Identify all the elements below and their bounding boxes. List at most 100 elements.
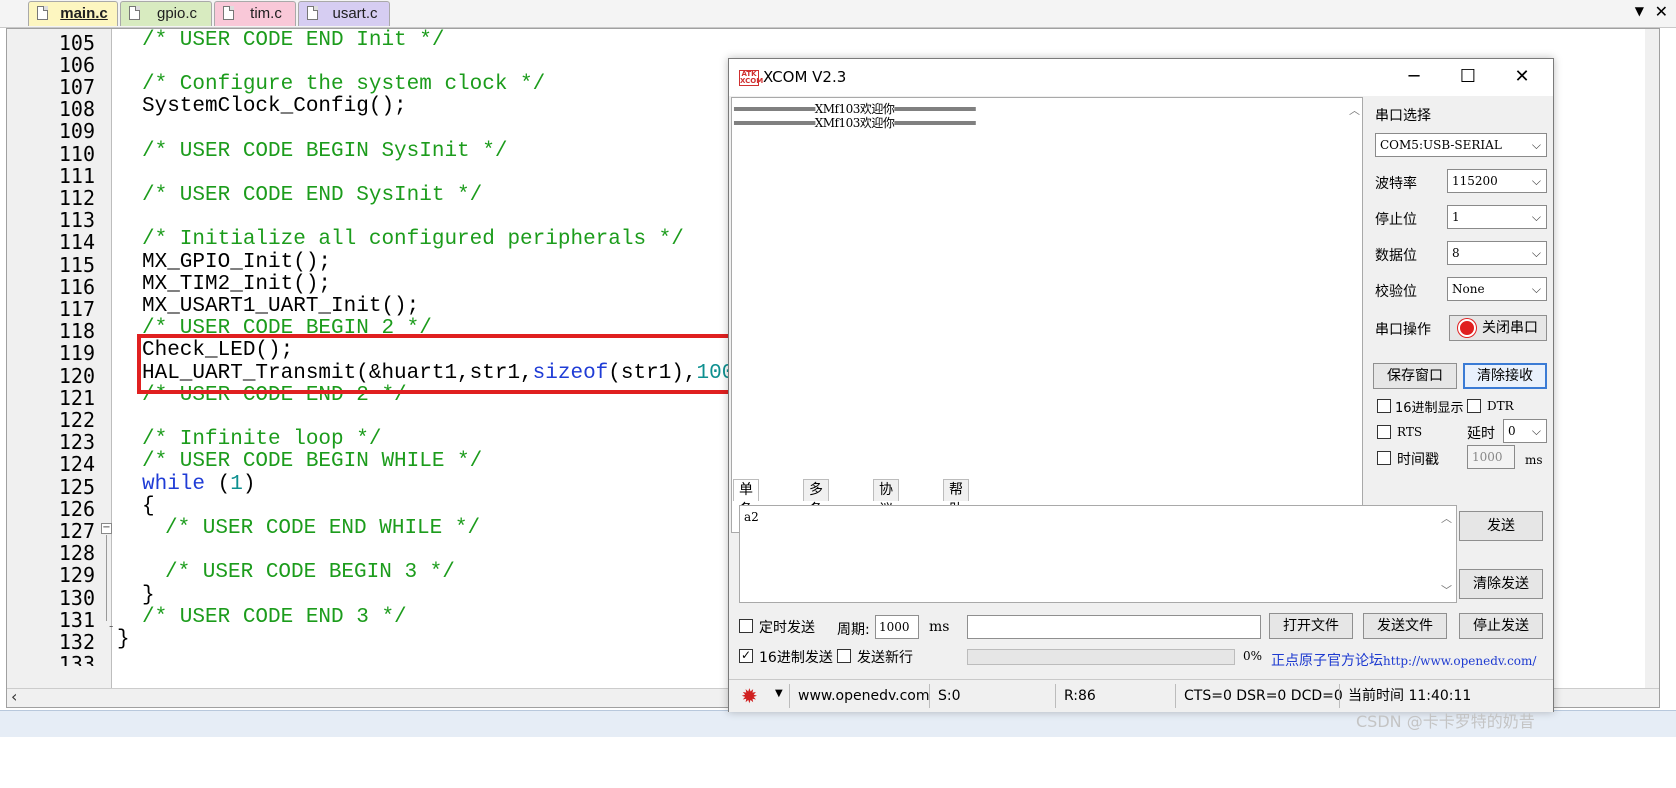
code-line: /* USER CODE BEGIN 3 */ xyxy=(165,561,455,584)
line-number: 120 xyxy=(58,364,95,388)
sent-count: S:0 xyxy=(929,684,1054,708)
code-token: ) xyxy=(242,473,256,496)
close-icon[interactable]: ✕ xyxy=(1499,63,1545,91)
tab-label: tim.c xyxy=(250,5,282,22)
send-button[interactable]: 发送 xyxy=(1459,511,1543,541)
xcom-title-bar[interactable]: ATK XCOM XCOM V2.3 ─ ☐ ✕ xyxy=(729,59,1553,96)
line-number: 119 xyxy=(58,341,95,365)
fold-collapse-icon[interactable]: − xyxy=(101,523,112,534)
port-select[interactable]: COM5:USB-SERIAL ⌵ xyxy=(1375,133,1547,157)
tab-label: usart.c xyxy=(332,5,378,22)
code-line: /* Configure the system clock */ xyxy=(142,73,546,96)
chevron-down-icon: ⌵ xyxy=(1531,424,1541,438)
code-token-keyword: while xyxy=(142,473,206,496)
forum-link[interactable]: 正点原子官方论坛http://www.openedv.com/ xyxy=(1271,650,1536,670)
code-line: /* Initialize all configured peripherals… xyxy=(142,228,684,251)
receive-scrollbar[interactable]: ︿ ﹀ xyxy=(1346,98,1362,532)
clear-receive-button[interactable]: 清除接收 xyxy=(1463,363,1547,389)
stop-send-button[interactable]: 停止发送 xyxy=(1459,613,1543,639)
editor-vertical-scrollbar[interactable] xyxy=(1645,29,1659,689)
delay-value: 0 xyxy=(1508,424,1516,438)
fold-guide xyxy=(106,535,107,621)
watermark: CSDN @卡卡罗特的奶昔 xyxy=(1356,712,1535,731)
file-path-input[interactable] xyxy=(967,615,1261,639)
code-line: while (1) xyxy=(142,473,255,496)
line-number: 128 xyxy=(58,541,95,565)
line-number: 111 xyxy=(58,164,95,188)
current-time: 当前时间 11:40:11 xyxy=(1339,684,1538,708)
scroll-down-icon[interactable]: ﹀ xyxy=(1441,582,1452,598)
line-number: 133 xyxy=(58,652,95,666)
delay-select[interactable]: 0 ⌵ xyxy=(1503,419,1547,443)
chevron-down-icon[interactable]: ▼ xyxy=(775,688,783,699)
dtr-label: DTR xyxy=(1487,399,1514,413)
chevron-down-icon: ⌵ xyxy=(1531,246,1541,260)
tab-usart-c[interactable]: usart.c xyxy=(298,1,390,26)
code-line: MX_GPIO_Init(); xyxy=(142,251,332,274)
tab-list-dropdown-icon[interactable]: ▼ xyxy=(1635,4,1644,18)
close-tab-icon[interactable]: ✕ xyxy=(1655,2,1668,21)
rts-checkbox[interactable] xyxy=(1377,425,1391,439)
tab-multi-send[interactable]: 多条发送 xyxy=(803,479,829,558)
line-number: 131 xyxy=(58,608,95,632)
stop-bits-value: 1 xyxy=(1452,210,1460,224)
received-count: R:86 xyxy=(1055,684,1180,708)
open-file-button[interactable]: 打开文件 xyxy=(1269,613,1353,639)
tab-gpio-c[interactable]: gpio.c xyxy=(120,1,212,26)
baud-value: 115200 xyxy=(1452,174,1498,188)
tab-protocol[interactable]: 协议传输 xyxy=(873,479,899,558)
scroll-up-icon[interactable]: ︿ xyxy=(1441,510,1452,526)
tab-label: gpio.c xyxy=(156,5,198,22)
gear-icon[interactable]: ✹ xyxy=(741,686,758,706)
send-input[interactable]: a2 ︿ ﹀ xyxy=(739,505,1457,603)
tab-tim-c[interactable]: tim.c xyxy=(214,1,296,26)
tab-label: main.c xyxy=(60,5,108,22)
delay-label: 延时 xyxy=(1467,426,1495,442)
close-port-button[interactable]: 关闭串口 xyxy=(1449,315,1547,341)
baud-select[interactable]: 115200 ⌵ xyxy=(1447,169,1547,193)
tab-help[interactable]: 帮助 xyxy=(943,479,969,518)
line-number: 125 xyxy=(58,475,95,499)
minimize-icon[interactable]: ─ xyxy=(1391,63,1437,91)
hex-display-checkbox[interactable] xyxy=(1377,399,1391,413)
timestamp-interval-input[interactable]: 1000 xyxy=(1467,445,1515,469)
send-newline-checkbox[interactable] xyxy=(837,649,851,663)
tab-main-c[interactable]: main.c xyxy=(28,1,118,26)
line-number: 126 xyxy=(58,497,95,521)
code-token-number: 1 xyxy=(230,473,243,496)
receive-area[interactable]: ════════════XMf103欢迎你════════════ ══════… xyxy=(731,97,1363,533)
send-file-button[interactable]: 发送文件 xyxy=(1363,613,1447,639)
line-number: 123 xyxy=(58,430,95,454)
highlight-annotation-box xyxy=(137,334,733,394)
code-line: /* USER CODE END Init */ xyxy=(142,29,445,52)
scroll-up-icon[interactable]: ︿ xyxy=(1349,102,1360,118)
code-line: { xyxy=(142,495,155,518)
save-window-button[interactable]: 保存窗口 xyxy=(1373,363,1457,389)
data-bits-select[interactable]: 8 ⌵ xyxy=(1447,241,1547,265)
line-number: 132 xyxy=(58,630,95,654)
line-number: 107 xyxy=(58,75,95,99)
maximize-icon[interactable]: ☐ xyxy=(1445,63,1491,91)
period-input[interactable]: 1000 xyxy=(875,615,919,639)
tab-single-send[interactable]: 单条发送 xyxy=(733,479,759,558)
hex-send-label: 16进制发送 xyxy=(759,650,833,666)
website-link[interactable]: www.openedv.com xyxy=(789,684,930,708)
stop-bits-select[interactable]: 1 ⌵ xyxy=(1447,205,1547,229)
data-bits-label: 数据位 xyxy=(1375,248,1417,264)
code-line: } xyxy=(117,628,130,651)
line-number: 116 xyxy=(58,275,95,299)
line-number: 106 xyxy=(58,53,95,77)
parity-value: None xyxy=(1452,282,1485,296)
port-select-value: COM5:USB-SERIAL xyxy=(1380,138,1502,152)
forum-link-text: 正点原子官方论坛 xyxy=(1271,653,1383,669)
line-number: 127 xyxy=(58,519,95,543)
scroll-left-arrow-icon[interactable]: ‹ xyxy=(11,687,17,706)
line-number: 117 xyxy=(58,297,95,321)
timestamp-checkbox[interactable] xyxy=(1377,451,1391,465)
parity-select[interactable]: None ⌵ xyxy=(1447,277,1547,301)
timed-send-checkbox[interactable] xyxy=(739,619,753,633)
close-port-label: 关闭串口 xyxy=(1482,320,1538,336)
clear-send-button[interactable]: 清除发送 xyxy=(1459,569,1543,599)
hex-send-checkbox[interactable]: ✓ xyxy=(739,649,753,663)
dtr-checkbox[interactable] xyxy=(1467,399,1481,413)
